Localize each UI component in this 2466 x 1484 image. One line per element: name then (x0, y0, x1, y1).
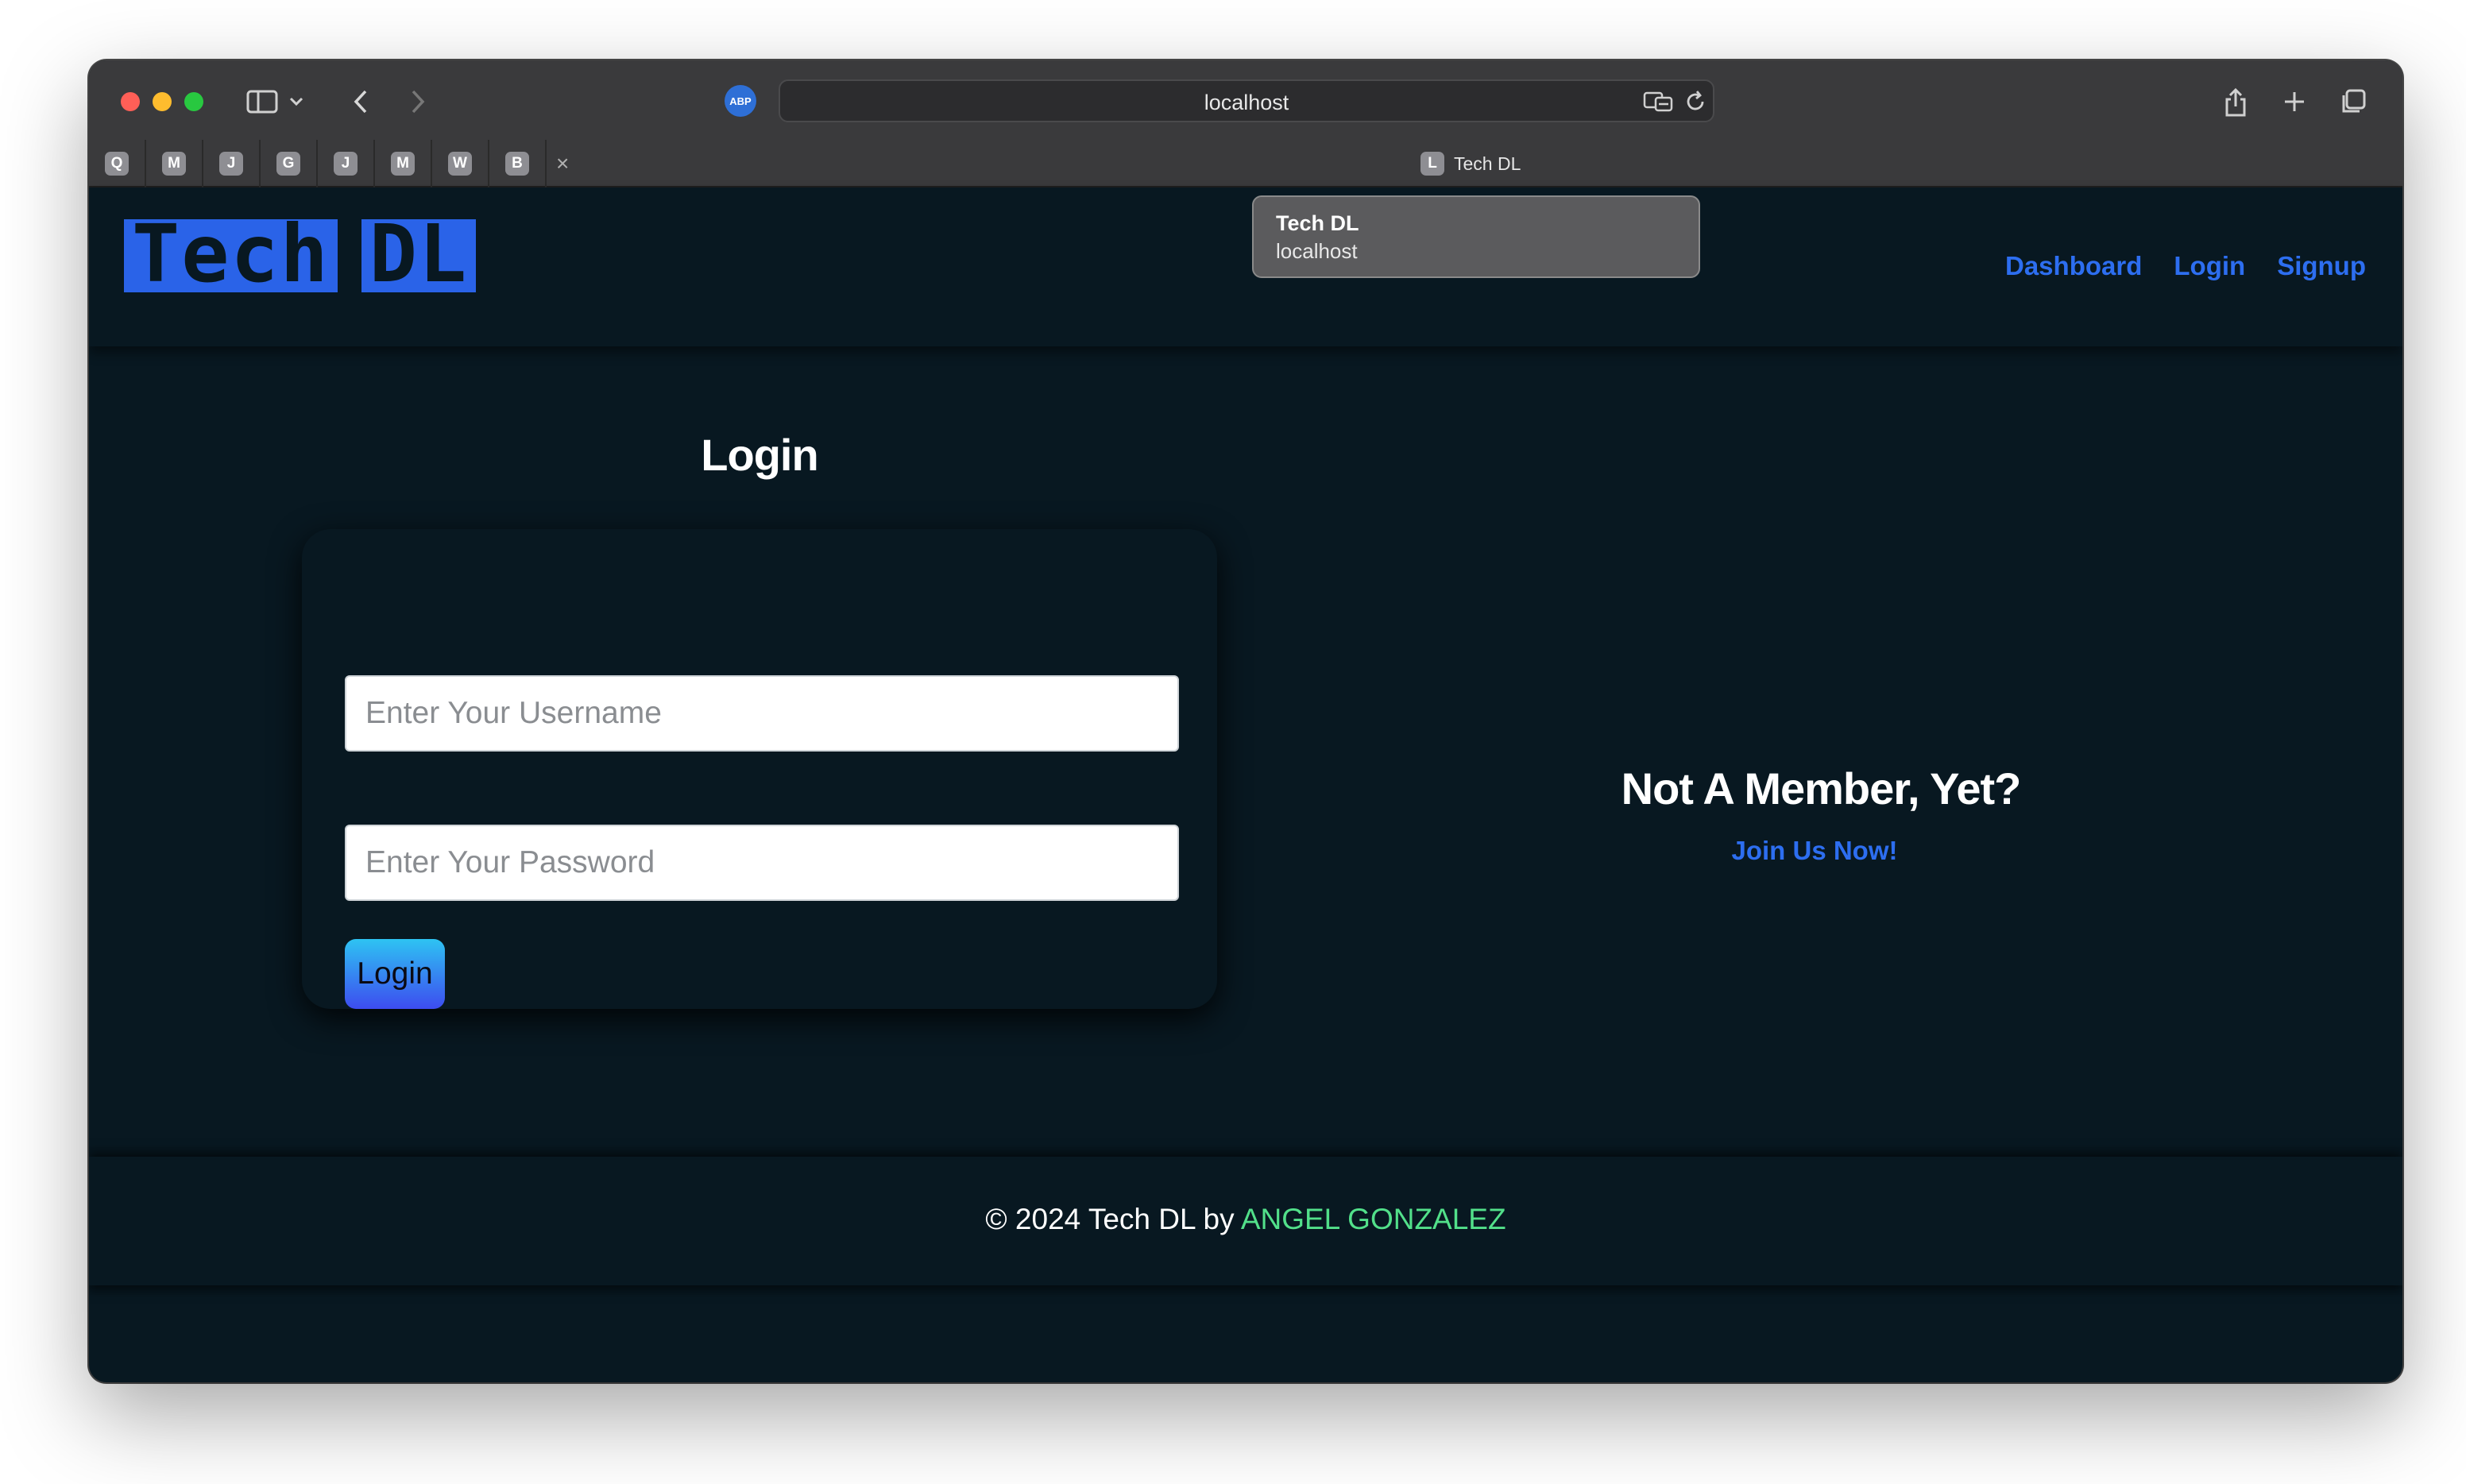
favicon-icon: B (505, 152, 529, 176)
login-form-card: Login (302, 529, 1217, 1009)
pinned-tab[interactable]: W (432, 140, 489, 187)
reload-icon[interactable] (1678, 84, 1713, 119)
translate-icon[interactable] (1640, 84, 1678, 119)
back-icon[interactable] (343, 84, 378, 119)
adblock-extension-icon[interactable]: ABP (725, 85, 756, 117)
logo-word-dl: DL (361, 214, 477, 294)
favicon-icon: Q (105, 152, 129, 176)
favicon-icon: W (448, 152, 472, 176)
login-button[interactable]: Login (345, 939, 445, 1009)
active-tab[interactable]: L Tech DL (1420, 140, 1521, 187)
site-footer: © 2024 Tech DL by ANGEL GONZALEZ (89, 1157, 2402, 1285)
chevron-down-icon[interactable] (284, 84, 308, 119)
share-icon[interactable] (2218, 84, 2253, 119)
address-bar[interactable]: localhost (779, 79, 1714, 122)
pinned-tab[interactable]: J (318, 140, 375, 187)
tab-strip: Q M J G J M W B × L Tech DL (89, 140, 2402, 187)
close-window-button[interactable] (121, 92, 140, 111)
footer-copyright: © 2024 Tech DL by (985, 1203, 1235, 1235)
password-input[interactable] (345, 825, 1179, 901)
favicon-icon: G (276, 152, 300, 176)
favicon-icon: M (391, 152, 415, 176)
sidebar-icon[interactable] (245, 84, 280, 119)
tooltip-subtitle: localhost (1276, 239, 1358, 263)
tooltip-title: Tech DL (1276, 211, 1359, 235)
site-header: Tech DL Dashboard Login Signup (89, 187, 2402, 346)
main-nav: Dashboard Login Signup (2005, 251, 2366, 281)
favicon-icon: L (1420, 152, 1444, 176)
favicon-icon: M (162, 152, 186, 176)
login-heading: Login (701, 430, 818, 480)
tab-hover-tooltip: Tech DL localhost (1252, 195, 1700, 278)
favicon-icon: J (219, 152, 243, 176)
pinned-tab[interactable]: M (146, 140, 203, 187)
browser-toolbar: ABP localhost (89, 60, 2402, 140)
url-text: localhost (1204, 91, 1289, 114)
pinned-tab[interactable]: B (489, 140, 547, 187)
tab-overview-icon[interactable] (2336, 84, 2371, 119)
username-input[interactable] (345, 675, 1179, 752)
nav-signup-link[interactable]: Signup (2277, 251, 2366, 281)
footer-author: ANGEL GONZALEZ (1240, 1203, 1506, 1235)
zoom-window-button[interactable] (184, 92, 203, 111)
browser-window: ABP localhost Q M J G J M W B × L Tech D… (89, 60, 2402, 1382)
active-tab-title: Tech DL (1454, 153, 1521, 174)
logo-word-tech: Tech (124, 214, 338, 294)
close-tab-icon[interactable]: × (556, 151, 569, 176)
pinned-tab[interactable]: M (375, 140, 432, 187)
site-logo[interactable]: Tech DL (124, 214, 477, 294)
nav-dashboard-link[interactable]: Dashboard (2005, 251, 2142, 281)
pinned-tab[interactable]: J (203, 140, 261, 187)
minimize-window-button[interactable] (153, 92, 172, 111)
favicon-icon: J (334, 152, 358, 176)
join-us-link[interactable]: Join Us Now! (1392, 836, 2237, 866)
pinned-tab[interactable]: Q (89, 140, 146, 187)
new-tab-icon[interactable] (2277, 84, 2312, 119)
pinned-tab[interactable]: G (261, 140, 318, 187)
forward-icon[interactable] (400, 84, 435, 119)
nav-login-link[interactable]: Login (2174, 251, 2245, 281)
not-member-heading: Not A Member, Yet? (1621, 763, 2022, 813)
